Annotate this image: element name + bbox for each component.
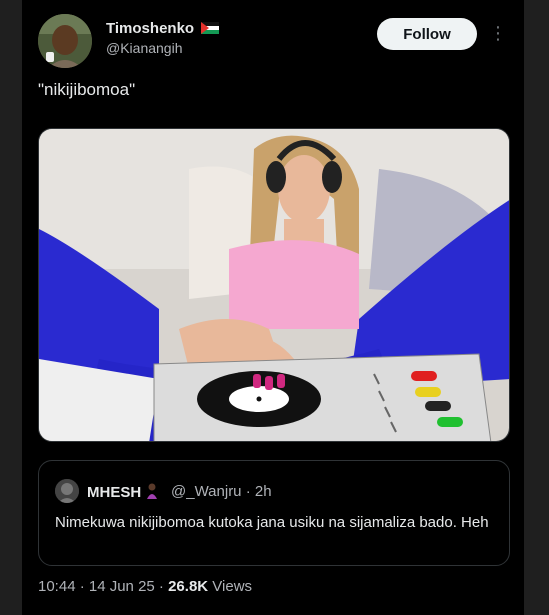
tweet-card: Timoshenko @Kianangih Follow ⋮ "nikijibo…: [22, 0, 524, 615]
quoted-author-avatar[interactable]: [55, 479, 79, 503]
palestine-flag-icon: [201, 21, 220, 34]
quoted-author-name-text[interactable]: MHESH: [87, 484, 141, 501]
quoted-author-name[interactable]: MHESH: [87, 483, 159, 501]
tweet-timestamp[interactable]: 10:44 · 14 Jun 25 ·: [38, 578, 168, 595]
views-label: Views: [208, 578, 253, 595]
author-name-text[interactable]: Timoshenko: [106, 20, 194, 37]
tweet-text: "nikijibomoa": [38, 80, 136, 99]
quoted-tweet-text: Nimekuwa nikijibomoa kutoka jana usiku n…: [55, 514, 489, 531]
tweet-media-image[interactable]: [38, 128, 510, 442]
author-avatar[interactable]: [38, 14, 92, 68]
more-vertical-icon[interactable]: ⋮: [488, 22, 508, 46]
page-frame: Timoshenko @Kianangih Follow ⋮ "nikijibo…: [0, 0, 549, 615]
author-name[interactable]: Timoshenko: [106, 20, 220, 37]
quoted-tweet[interactable]: MHESH @_Wanjru · 2h Nimekuwa nikijibomoa…: [38, 460, 510, 566]
follow-button[interactable]: Follow: [377, 18, 477, 50]
author-handle[interactable]: @Kianangih: [106, 40, 183, 56]
woman-emoji-icon: [145, 483, 159, 499]
views-count: 26.8K: [168, 578, 209, 595]
quoted-author-handle[interactable]: @_Wanjru · 2h: [171, 483, 272, 500]
tweet-meta: 10:44 · 14 Jun 25 · 26.8K Views: [38, 578, 252, 595]
